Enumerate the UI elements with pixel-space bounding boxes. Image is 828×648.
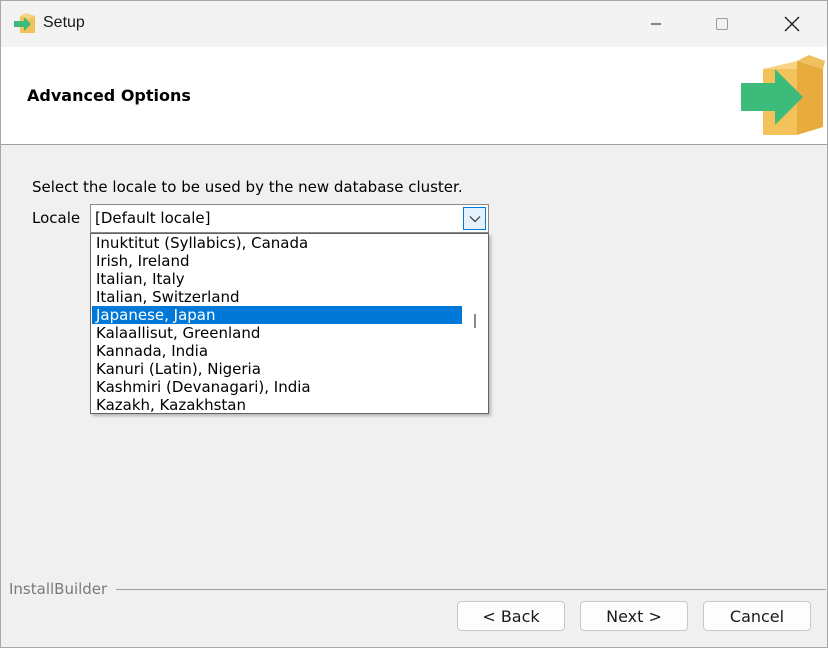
dropdown-scrollbar[interactable] bbox=[464, 234, 488, 413]
close-button[interactable] bbox=[769, 1, 815, 47]
maximize-button[interactable] bbox=[699, 1, 745, 47]
setup-window: Setup Advanced Options Select the locale… bbox=[0, 0, 828, 648]
cancel-button[interactable]: Cancel bbox=[703, 601, 811, 631]
locale-select-value: [Default locale] bbox=[95, 209, 211, 227]
locale-prompt: Select the locale to be used by the new … bbox=[32, 178, 463, 196]
maximize-icon bbox=[716, 18, 728, 30]
locale-option[interactable]: Kalaallisut, Greenland bbox=[92, 324, 462, 342]
installer-box-arrow-icon bbox=[14, 13, 35, 33]
locale-label: Locale bbox=[32, 209, 81, 227]
back-button[interactable]: < Back bbox=[457, 601, 565, 631]
locale-option[interactable]: Inuktitut (Syllabics), Canada bbox=[92, 234, 462, 252]
locale-select[interactable]: [Default locale] bbox=[90, 204, 489, 233]
locale-dropdown-list: Inuktitut (Syllabics), Canada Irish, Ire… bbox=[90, 233, 489, 414]
chevron-down-icon bbox=[469, 215, 480, 222]
locale-option[interactable]: Kannada, India bbox=[92, 342, 462, 360]
footer-divider bbox=[116, 589, 826, 590]
installbuilder-brand: InstallBuilder bbox=[9, 580, 108, 598]
page-title: Advanced Options bbox=[27, 86, 191, 105]
scrollbar-thumb[interactable] bbox=[474, 314, 476, 328]
minimize-icon bbox=[651, 23, 661, 25]
locale-option[interactable]: Kazakh, Kazakhstan bbox=[92, 396, 462, 413]
locale-option[interactable]: Italian, Italy bbox=[92, 270, 462, 288]
dropdown-toggle-button[interactable] bbox=[463, 207, 486, 230]
title-bar: Setup bbox=[1, 1, 827, 47]
installer-box-arrow-logo bbox=[741, 55, 825, 135]
locale-option[interactable]: Irish, Ireland bbox=[92, 252, 462, 270]
window-title: Setup bbox=[43, 14, 85, 31]
locale-option[interactable]: Italian, Switzerland bbox=[92, 288, 462, 306]
locale-option[interactable]: Kashmiri (Devanagari), India bbox=[92, 378, 462, 396]
locale-option[interactable]: Kanuri (Latin), Nigeria bbox=[92, 360, 462, 378]
minimize-button[interactable] bbox=[633, 1, 679, 47]
locale-option-selected[interactable]: Japanese, Japan bbox=[92, 306, 462, 324]
page-header: Advanced Options bbox=[1, 47, 827, 145]
close-icon bbox=[784, 16, 800, 32]
next-button[interactable]: Next > bbox=[580, 601, 688, 631]
